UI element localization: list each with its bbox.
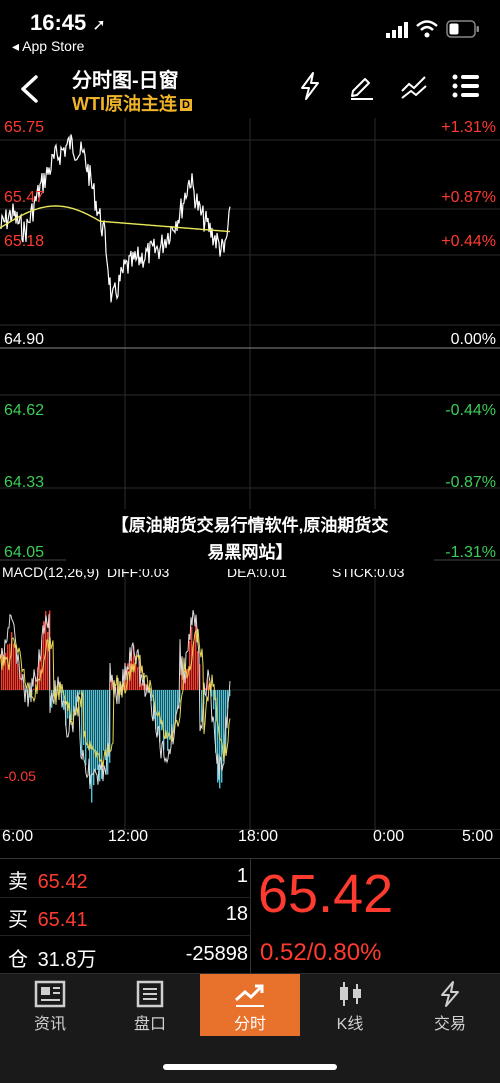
macd-bar [197, 651, 198, 690]
bid-price: 65.41 [38, 909, 88, 931]
macd-bar [17, 664, 18, 690]
bid-row: 买 65.41 18 [8, 903, 248, 939]
flash-button[interactable] [292, 68, 328, 104]
signal-icon [386, 22, 410, 38]
daily-badge: D [180, 99, 192, 111]
menu-button[interactable] [448, 68, 484, 104]
macd-bar [33, 689, 34, 690]
macd-bar [177, 690, 178, 707]
macd-bar [195, 617, 196, 690]
trade-icon [433, 980, 467, 1008]
time-label: 0:00 [373, 828, 404, 846]
page-title: 分时图-日窗 [72, 64, 179, 93]
macd-bar [87, 690, 88, 748]
banner-line: 易黑网站】 [66, 539, 434, 566]
tab-orderbook[interactable]: 盘口 [100, 974, 200, 1036]
article-title-banner: 【原油期货交易行情软件,原油期货交 易黑网站】 [66, 509, 434, 569]
price-label: 64.33 [4, 474, 44, 492]
macd-bar [189, 641, 190, 690]
location-icon: ➚ [92, 17, 105, 34]
battery-icon [446, 20, 480, 38]
pen-icon [347, 71, 377, 101]
macd-bar [167, 690, 168, 751]
ask-row: 卖 65.42 1 [8, 865, 248, 901]
macd-bar [137, 667, 138, 690]
macd-bar [85, 690, 86, 765]
macd-bar [21, 673, 22, 690]
macd-bar [97, 690, 98, 770]
tab-label: 盘口 [100, 1010, 200, 1034]
ask-price: 65.42 [38, 871, 88, 893]
oi-label: 仓 [8, 949, 28, 971]
price-label: 65.47 [4, 189, 44, 207]
last-price: 65.42 [258, 863, 393, 925]
tab-news[interactable]: 资讯 [0, 974, 100, 1036]
bid-label: 买 [8, 909, 28, 931]
tab-label: K线 [300, 1010, 400, 1034]
price-label: 65.75 [4, 119, 44, 137]
time-label: 6:00 [2, 828, 33, 846]
draw-button[interactable] [344, 68, 380, 104]
timeshare-chart[interactable]: 65.75 65.47 65.18 64.90 64.62 64.33 64.0… [0, 118, 500, 830]
tab-trade[interactable]: 交易 [400, 974, 500, 1036]
tab-label: 分时 [200, 1010, 300, 1034]
banner-line: 【原油期货交易行情软件,原油期货交 [66, 512, 434, 539]
pct-label: 0.00% [451, 331, 496, 349]
macd-bar [107, 690, 108, 774]
tab-timeshare[interactable]: 分时 [200, 974, 300, 1036]
tab-label: 交易 [400, 1010, 500, 1034]
pct-label: +0.44% [441, 233, 496, 251]
macd-bar [105, 690, 106, 760]
time-label: 5:00 [462, 828, 493, 846]
tab-label: 资讯 [0, 1010, 100, 1034]
pct-label: -0.87% [445, 474, 496, 492]
macd-bar [161, 690, 162, 730]
app-header: 分时图-日窗 WTI原油主连D [0, 60, 500, 118]
pct-label: -1.31% [445, 544, 496, 562]
macd-bar [173, 690, 174, 732]
price-label: 65.18 [4, 233, 44, 251]
price-change: 0.52/0.80% [260, 939, 381, 967]
price-label: 64.62 [4, 402, 44, 420]
quote-panel: 卖 65.42 1 买 65.41 18 仓 31.8万 -25898 65.4… [0, 858, 500, 974]
pct-label: +0.87% [441, 189, 496, 207]
macd-bar [71, 690, 72, 720]
lightning-icon [297, 71, 323, 101]
macd-bar [79, 690, 80, 695]
timeshare-icon [233, 980, 267, 1008]
macd-scale-label: -0.05 [4, 768, 36, 784]
macd-bar [103, 690, 104, 751]
macd-bar [169, 690, 170, 740]
chart-canvas [0, 118, 500, 830]
indicator-button[interactable] [396, 68, 432, 104]
ask-label: 卖 [8, 871, 28, 893]
pct-label: -0.44% [445, 402, 496, 420]
news-icon [33, 980, 67, 1008]
clock: 16:45 ➚ [30, 10, 106, 36]
back-to-app-store[interactable]: ◂ App Store [12, 38, 84, 55]
status-bar: 16:45 ➚ ◂ App Store [0, 0, 500, 60]
macd-bar [13, 644, 14, 690]
contract-name: WTI原油主连D [72, 90, 192, 116]
oi-change: -25898 [186, 943, 248, 966]
home-indicator [163, 1064, 337, 1070]
trend-lines-icon [399, 71, 429, 101]
list-menu-icon [451, 72, 481, 100]
macd-bar [131, 657, 132, 690]
pct-label: +1.31% [441, 119, 496, 137]
back-arrow-icon[interactable] [16, 74, 42, 104]
candlestick-icon [333, 980, 367, 1008]
oi-value: 31.8万 [38, 949, 97, 971]
bid-qty: 18 [226, 903, 248, 926]
ask-qty: 1 [237, 865, 248, 888]
price-label: 64.90 [4, 331, 44, 349]
time-label: 18:00 [238, 828, 278, 846]
macd-bar [141, 683, 142, 690]
price-label: 64.05 [4, 544, 44, 562]
wifi-icon [416, 20, 438, 38]
orderbook-icon [133, 980, 167, 1008]
time-label: 12:00 [108, 828, 148, 846]
tab-kline[interactable]: K线 [300, 974, 400, 1036]
